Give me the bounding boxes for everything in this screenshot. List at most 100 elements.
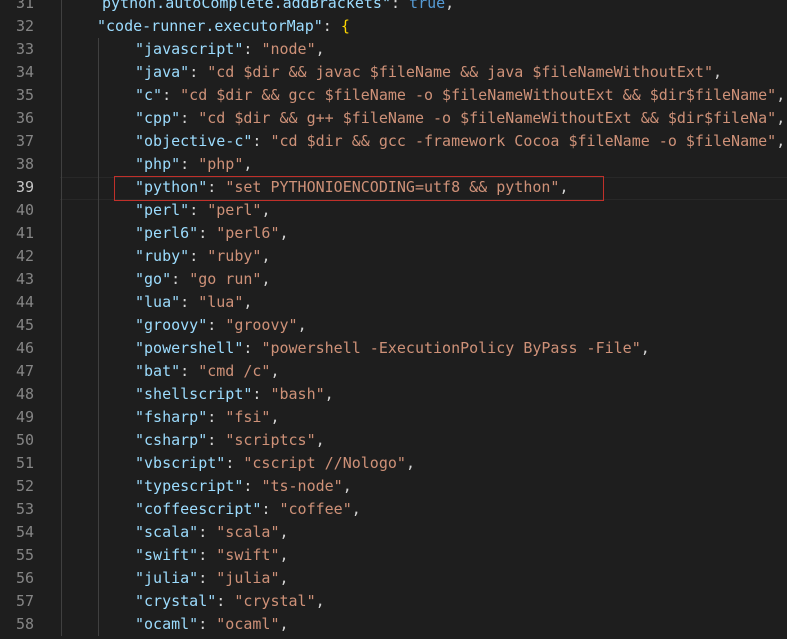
punctuation: , xyxy=(342,477,352,495)
code-line[interactable]: 57 "crystal": "crystal", xyxy=(0,590,787,613)
code-line[interactable]: 32 "code-runner.executorMap": { xyxy=(0,15,787,38)
code-line[interactable]: 35 "c": "cd $dir && gcc $fileName -o $fil… xyxy=(0,84,787,107)
code-line[interactable]: 47 "bat": "cmd /c", xyxy=(0,360,787,383)
json-key: "perl6" xyxy=(135,224,199,242)
code-line[interactable]: 37 "objective-c": "cd $dir && gcc -framew… xyxy=(0,130,787,153)
code-line[interactable]: 51 "vbscript": "cscript //Nologo", xyxy=(0,452,787,475)
json-key: "typescript" xyxy=(135,477,244,495)
punctuation: , xyxy=(261,270,271,288)
indent-guide xyxy=(61,544,62,567)
punctuation: , xyxy=(405,454,415,472)
code-line[interactable]: 49 "fsharp": "fsi", xyxy=(0,406,787,429)
line-code: "typescript": "ts-node", xyxy=(135,475,352,498)
json-string: "swift" xyxy=(216,546,280,564)
code-line[interactable]: 40 "perl": "perl", xyxy=(0,199,787,222)
code-line[interactable]: 41 "perl6": "perl6", xyxy=(0,222,787,245)
indent-guide xyxy=(61,567,62,590)
indent-guide xyxy=(98,360,99,383)
code-line[interactable]: 52 "typescript": "ts-node", xyxy=(0,475,787,498)
line-number: 49 xyxy=(15,408,34,426)
punctuation: : xyxy=(162,86,181,104)
punctuation: , xyxy=(315,431,325,449)
indent-guide xyxy=(98,567,99,590)
code-line[interactable]: 38 "php": "php", xyxy=(0,153,787,176)
code-line[interactable]: 36 "cpp": "cd $dir && g++ $fileName -o $f… xyxy=(0,107,787,130)
json-string: "go run" xyxy=(189,270,262,288)
json-key: "php" xyxy=(135,155,181,173)
punctuation: , xyxy=(776,86,786,104)
open-brace: { xyxy=(340,17,350,35)
indent-guide xyxy=(98,84,99,107)
indent-guide xyxy=(98,153,99,176)
indent-guide xyxy=(98,61,99,84)
punctuation: , xyxy=(279,224,289,242)
line-code: python.autoComplete.addBrackets": true, xyxy=(102,0,454,15)
code-line[interactable]: 33 "javascript": "node", xyxy=(0,38,787,61)
json-string: "cscript //Nologo" xyxy=(243,454,406,472)
code-line[interactable]: 44 "lua": "lua", xyxy=(0,291,787,314)
indent-guide xyxy=(98,268,99,291)
code-editor[interactable]: 31 python.autoComplete.addBrackets": true… xyxy=(0,0,787,639)
code-line[interactable]: 42 "ruby": "ruby", xyxy=(0,245,787,268)
line-code: "cpp": "cd $dir && g++ $fileName -o $fil… xyxy=(135,107,785,130)
json-string: "fsi" xyxy=(225,408,271,426)
json-key: "go" xyxy=(135,270,172,288)
line-code: "csharp": "scriptcs", xyxy=(135,429,325,452)
punctuation: , xyxy=(270,362,280,380)
punctuation: : xyxy=(207,316,226,334)
punctuation: : xyxy=(171,270,190,288)
punctuation: , xyxy=(243,293,253,311)
line-number: 44 xyxy=(15,293,34,311)
indent-guide xyxy=(98,429,99,452)
indent-guide xyxy=(61,521,62,544)
code-line[interactable]: 43 "go": "go run", xyxy=(0,268,787,291)
code-line[interactable]: 50 "csharp": "scriptcs", xyxy=(0,429,787,452)
indent-guide xyxy=(61,15,62,38)
indent-guide xyxy=(61,130,62,153)
punctuation: , xyxy=(351,500,361,518)
punctuation: : xyxy=(198,523,217,541)
code-line[interactable]: 55 "swift": "swift", xyxy=(0,544,787,567)
line-code: "objective-c": "cd $dir && gcc -framewor… xyxy=(135,130,785,153)
json-string: "coffee" xyxy=(279,500,352,518)
code-line[interactable]: 46 "powershell": "powershell -ExecutionPo… xyxy=(0,337,787,360)
punctuation: : xyxy=(252,385,271,403)
code-line[interactable]: 56 "julia": "julia", xyxy=(0,567,787,590)
punctuation: : xyxy=(198,569,217,587)
indent-guide xyxy=(61,406,62,429)
python-line-annotation-box xyxy=(114,176,604,201)
code-line[interactable]: 34 "java": "cd $dir && javac $fileName &&… xyxy=(0,61,787,84)
code-line[interactable]: 31 python.autoComplete.addBrackets": true… xyxy=(0,0,787,15)
indent-guide xyxy=(98,314,99,337)
json-string: "scriptcs" xyxy=(225,431,316,449)
json-string: "cd $dir && gcc -framework Cocoa $fileNa… xyxy=(270,132,777,150)
punctuation: : xyxy=(252,132,271,150)
line-number: 45 xyxy=(15,316,34,334)
indent-guide xyxy=(98,613,99,636)
json-key: "julia" xyxy=(135,569,199,587)
indent-guide xyxy=(61,475,62,498)
punctuation: : xyxy=(207,408,226,426)
json-string: "scala" xyxy=(216,523,280,541)
line-number: 37 xyxy=(15,132,34,150)
line-number: 47 xyxy=(15,362,34,380)
indent-guide xyxy=(98,406,99,429)
code-line[interactable]: 58 "ocaml": "ocaml", xyxy=(0,613,787,636)
line-number: 41 xyxy=(15,224,34,242)
indent-guide xyxy=(61,61,62,84)
code-line[interactable]: 54 "scala": "scala", xyxy=(0,521,787,544)
punctuation: , xyxy=(243,155,253,173)
line-code: "java": "cd $dir && javac $fileName && j… xyxy=(135,61,722,84)
json-key: "shellscript" xyxy=(135,385,253,403)
json-string: "cd $dir && gcc $fileName -o $fileNameWi… xyxy=(180,86,777,104)
indent-guide xyxy=(98,544,99,567)
json-key: "coffeescript" xyxy=(135,500,262,518)
indent-guide xyxy=(98,222,99,245)
line-code: "fsharp": "fsi", xyxy=(135,406,280,429)
code-line[interactable]: 48 "shellscript": "bash", xyxy=(0,383,787,406)
punctuation: : xyxy=(180,109,199,127)
code-line[interactable]: 45 "groovy": "groovy", xyxy=(0,314,787,337)
code-line[interactable]: 53 "coffeescript": "coffee", xyxy=(0,498,787,521)
json-key: "fsharp" xyxy=(135,408,208,426)
punctuation: : xyxy=(189,201,208,219)
